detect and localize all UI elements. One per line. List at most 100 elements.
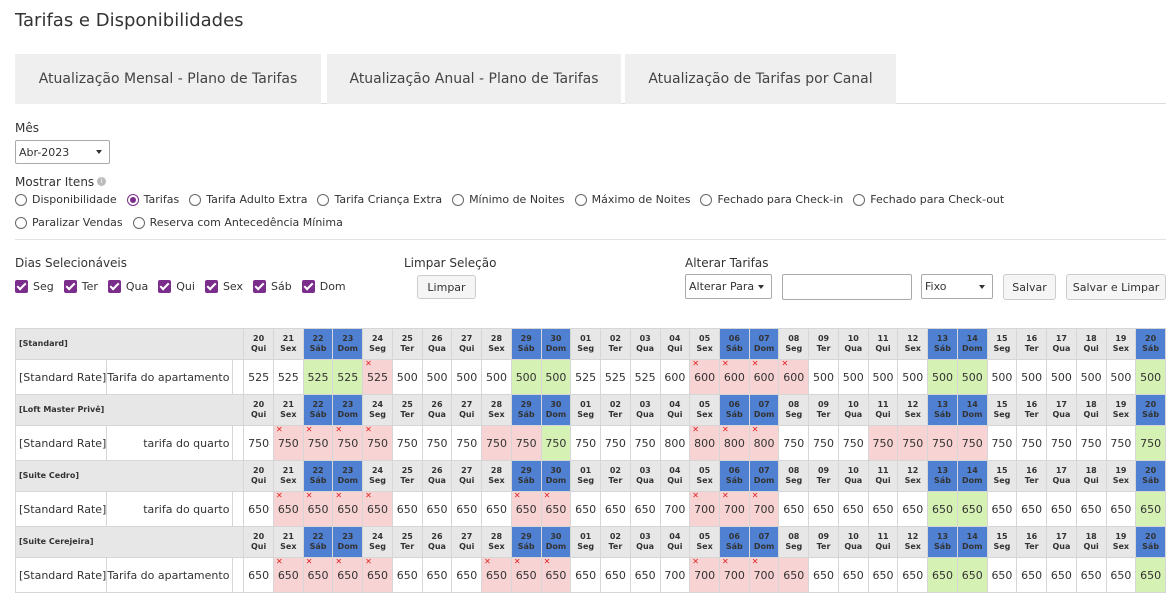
date-header[interactable]: 26 Qua	[421, 526, 453, 558]
show-option-1[interactable]: Tarifas	[126, 193, 179, 206]
rate-cell[interactable]: 650	[1046, 557, 1077, 593]
day-option-3[interactable]: Qui	[158, 280, 195, 293]
rate-cell[interactable]: 650	[867, 557, 899, 593]
date-header[interactable]: 20 Sáb	[1135, 526, 1166, 558]
date-header[interactable]: 03 Qua	[629, 460, 661, 492]
date-header[interactable]: 23 Dom	[332, 394, 364, 426]
rate-cell[interactable]: 500	[540, 359, 572, 395]
date-header[interactable]: 08 Seg	[778, 394, 810, 426]
rate-cell[interactable]: ✕ 600	[778, 359, 810, 395]
date-header[interactable]: 10 Qua	[837, 394, 869, 426]
checkbox[interactable]	[301, 280, 315, 293]
rate-cell[interactable]: 500	[837, 359, 869, 395]
rate-cell[interactable]: 650	[986, 557, 1018, 593]
date-header[interactable]: 26 Qua	[421, 394, 453, 426]
date-header[interactable]: 12 Sex	[897, 394, 929, 426]
date-header[interactable]: 28 Sex	[481, 526, 512, 558]
date-header[interactable]: 04 Qui	[659, 394, 691, 426]
date-header[interactable]: 16 Ter	[1016, 526, 1048, 558]
rate-type-select[interactable]: Fixo	[921, 274, 993, 299]
date-header[interactable]: 29 Sáb	[510, 394, 542, 426]
date-header[interactable]: 24 Seg	[362, 460, 393, 492]
date-header[interactable]: 26 Qua	[421, 328, 453, 360]
rate-cell[interactable]: ✕ 650	[362, 557, 393, 593]
date-header[interactable]: 08 Seg	[778, 460, 810, 492]
date-header[interactable]: 01 Seg	[570, 328, 602, 360]
date-header[interactable]: 27 Qui	[451, 394, 483, 426]
rate-cell[interactable]: 650	[837, 557, 869, 593]
rate-cell[interactable]: ✕ 650	[510, 491, 542, 527]
rate-cell[interactable]: 650	[600, 557, 631, 593]
rate-cell[interactable]: 650	[1135, 491, 1166, 527]
date-header[interactable]: 22 Sáb	[302, 328, 334, 360]
date-header[interactable]: 11 Qui	[867, 394, 899, 426]
rate-cell[interactable]: 750	[481, 425, 512, 461]
date-header[interactable]: 06 Sáb	[718, 328, 750, 360]
rate-cell[interactable]: 500	[1016, 359, 1048, 395]
rate-cell[interactable]: 650	[778, 491, 810, 527]
rate-cell[interactable]: 650	[808, 557, 839, 593]
rate-cell[interactable]: 500	[1075, 359, 1107, 395]
date-header[interactable]: 26 Qua	[421, 460, 453, 492]
radio-button[interactable]	[452, 193, 465, 206]
date-header[interactable]: 17 Qua	[1046, 328, 1077, 360]
date-header[interactable]: 25 Ter	[391, 328, 423, 360]
rate-cell[interactable]: 650	[1016, 491, 1048, 527]
rate-cell[interactable]: 650	[629, 491, 661, 527]
date-header[interactable]: 12 Sex	[897, 328, 929, 360]
rate-cell[interactable]: 650	[1046, 491, 1077, 527]
date-header[interactable]: 18 Qui	[1075, 328, 1107, 360]
rate-cell[interactable]: ✕ 525	[362, 359, 393, 395]
date-header[interactable]: 12 Sex	[897, 526, 929, 558]
show-option-5[interactable]: Máximo de Noites	[574, 193, 690, 206]
tab-annual-update[interactable]: Atualização Anual - Plano de Tarifas	[327, 54, 621, 104]
rate-cell[interactable]: 500	[481, 359, 512, 395]
date-header[interactable]: 07 Dom	[748, 328, 780, 360]
rate-cell[interactable]: 750	[570, 425, 602, 461]
rate-cell[interactable]: 650	[243, 491, 274, 527]
date-header[interactable]: 17 Qua	[1046, 460, 1077, 492]
date-header[interactable]: 20 Sáb	[1135, 394, 1166, 426]
rate-cell[interactable]: ✕ 700	[689, 491, 720, 527]
day-option-4[interactable]: Sex	[204, 280, 243, 293]
rate-cell[interactable]: 650	[391, 557, 423, 593]
rate-cell[interactable]: 750	[1046, 425, 1077, 461]
date-header[interactable]: 05 Sex	[689, 526, 720, 558]
rate-cell[interactable]: 650	[956, 491, 988, 527]
radio-button[interactable]	[853, 193, 866, 206]
rate-cell[interactable]: ✕ 650	[540, 557, 572, 593]
rate-cell[interactable]: 650	[867, 491, 899, 527]
rate-cell[interactable]: 750	[867, 425, 899, 461]
rate-cell[interactable]: 500	[391, 359, 423, 395]
date-header[interactable]: 18 Qui	[1075, 394, 1107, 426]
rate-cell[interactable]: 500	[867, 359, 899, 395]
date-header[interactable]: 11 Qui	[867, 526, 899, 558]
date-header[interactable]: 05 Sex	[689, 394, 720, 426]
rate-cell[interactable]: 500	[927, 359, 958, 395]
date-header[interactable]: 17 Qua	[1046, 526, 1077, 558]
show-option-9[interactable]: Reserva com Antecedência Mínima	[132, 216, 343, 229]
rate-cell[interactable]: 700	[659, 491, 691, 527]
rate-cell[interactable]: 650	[421, 491, 453, 527]
day-option-6[interactable]: Dom	[301, 280, 346, 293]
date-header[interactable]: 29 Sáb	[510, 526, 542, 558]
date-header[interactable]: 22 Sáb	[302, 526, 334, 558]
rate-cell[interactable]: 650	[629, 557, 661, 593]
rate-cell[interactable]: 650	[1105, 557, 1137, 593]
date-header[interactable]: 23 Dom	[332, 460, 364, 492]
date-header[interactable]: 19 Sex	[1105, 460, 1137, 492]
date-header[interactable]: 04 Qui	[659, 460, 691, 492]
radio-button[interactable]	[574, 193, 587, 206]
date-header[interactable]: 10 Qua	[837, 460, 869, 492]
rate-cell[interactable]: 650	[956, 557, 988, 593]
rate-cell[interactable]: 500	[986, 359, 1018, 395]
rate-cell[interactable]: 650	[897, 491, 929, 527]
date-header[interactable]: 06 Sáb	[718, 526, 750, 558]
rate-cell[interactable]: 750	[600, 425, 631, 461]
rate-cell[interactable]: 650	[927, 491, 958, 527]
rate-cell[interactable]: ✕ 650	[540, 491, 572, 527]
date-header[interactable]: 02 Ter	[600, 328, 631, 360]
rate-cell[interactable]: 650	[1016, 557, 1048, 593]
date-header[interactable]: 09 Ter	[808, 328, 839, 360]
date-header[interactable]: 22 Sáb	[302, 460, 334, 492]
